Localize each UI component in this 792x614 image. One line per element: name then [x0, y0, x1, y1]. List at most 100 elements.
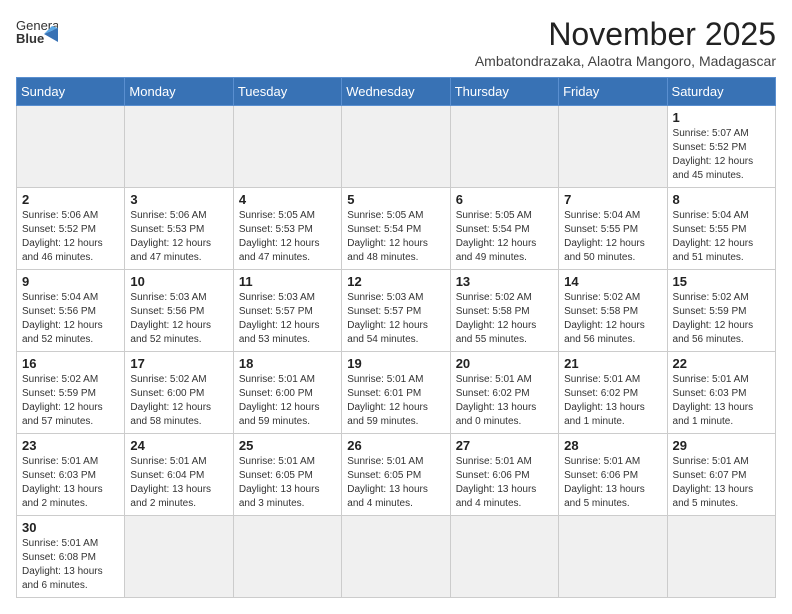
- day-info: Sunrise: 5:05 AM Sunset: 5:54 PM Dayligh…: [347, 209, 444, 265]
- table-row: [559, 516, 667, 598]
- table-row: 29 Sunrise: 5:01 AM Sunset: 6:07 PM Dayli…: [667, 434, 775, 516]
- day-info: Sunrise: 5:01 AM Sunset: 6:05 PM Dayligh…: [347, 455, 444, 511]
- table-row: [17, 106, 125, 188]
- weekday-header-row: Sunday Monday Tuesday Wednesday Thursday…: [17, 78, 776, 106]
- day-number: 6: [456, 192, 553, 207]
- day-info: Sunrise: 5:01 AM Sunset: 6:01 PM Dayligh…: [347, 373, 444, 429]
- day-number: 8: [673, 192, 770, 207]
- month-title: November 2025: [475, 16, 776, 53]
- logo-icon: General Blue: [16, 16, 58, 52]
- header-wednesday: Wednesday: [342, 78, 450, 106]
- day-info: Sunrise: 5:02 AM Sunset: 6:00 PM Dayligh…: [130, 373, 227, 429]
- table-row: [125, 516, 233, 598]
- table-row: [342, 516, 450, 598]
- svg-text:Blue: Blue: [16, 31, 44, 46]
- day-number: 13: [456, 274, 553, 289]
- table-row: 1 Sunrise: 5:07 AM Sunset: 5:52 PM Daylig…: [667, 106, 775, 188]
- table-row: 10 Sunrise: 5:03 AM Sunset: 5:56 PM Dayli…: [125, 270, 233, 352]
- day-number: 30: [22, 520, 119, 535]
- day-number: 21: [564, 356, 661, 371]
- day-info: Sunrise: 5:01 AM Sunset: 6:08 PM Dayligh…: [22, 537, 119, 593]
- day-number: 26: [347, 438, 444, 453]
- table-row: 8Sunrise: 5:04 AM Sunset: 5:55 PM Daylig…: [667, 188, 775, 270]
- day-number: 12: [347, 274, 444, 289]
- header-tuesday: Tuesday: [233, 78, 341, 106]
- table-row: [667, 516, 775, 598]
- day-number: 15: [673, 274, 770, 289]
- day-number: 5: [347, 192, 444, 207]
- table-row: 15 Sunrise: 5:02 AM Sunset: 5:59 PM Dayli…: [667, 270, 775, 352]
- day-info: Sunrise: 5:01 AM Sunset: 6:06 PM Dayligh…: [564, 455, 661, 511]
- table-row: 12 Sunrise: 5:03 AM Sunset: 5:57 PM Dayli…: [342, 270, 450, 352]
- table-row: 30 Sunrise: 5:01 AM Sunset: 6:08 PM Dayli…: [17, 516, 125, 598]
- day-number: 1: [673, 110, 770, 125]
- day-number: 2: [22, 192, 119, 207]
- location-subtitle: Ambatondrazaka, Alaotra Mangoro, Madagas…: [475, 53, 776, 69]
- table-row: 24Sunrise: 5:01 AM Sunset: 6:04 PM Dayli…: [125, 434, 233, 516]
- table-row: [233, 106, 341, 188]
- table-row: 2Sunrise: 5:06 AM Sunset: 5:52 PM Daylig…: [17, 188, 125, 270]
- day-number: 11: [239, 274, 336, 289]
- table-row: 19Sunrise: 5:01 AM Sunset: 6:01 PM Dayli…: [342, 352, 450, 434]
- day-info: Sunrise: 5:01 AM Sunset: 6:03 PM Dayligh…: [22, 455, 119, 511]
- table-row: 21 Sunrise: 5:01 AM Sunset: 6:02 PM Dayli…: [559, 352, 667, 434]
- table-row: 4Sunrise: 5:05 AM Sunset: 5:53 PM Daylig…: [233, 188, 341, 270]
- table-row: [450, 516, 558, 598]
- table-row: 28 Sunrise: 5:01 AM Sunset: 6:06 PM Dayli…: [559, 434, 667, 516]
- table-row: 7Sunrise: 5:04 AM Sunset: 5:55 PM Daylig…: [559, 188, 667, 270]
- table-row: 11 Sunrise: 5:03 AM Sunset: 5:57 PM Dayli…: [233, 270, 341, 352]
- calendar-table: Sunday Monday Tuesday Wednesday Thursday…: [16, 77, 776, 598]
- day-info: Sunrise: 5:01 AM Sunset: 6:06 PM Dayligh…: [456, 455, 553, 511]
- table-row: 3Sunrise: 5:06 AM Sunset: 5:53 PM Daylig…: [125, 188, 233, 270]
- table-row: [559, 106, 667, 188]
- calendar-row: 1 Sunrise: 5:07 AM Sunset: 5:52 PM Daylig…: [17, 106, 776, 188]
- table-row: 16 Sunrise: 5:02 AM Sunset: 5:59 PM Dayli…: [17, 352, 125, 434]
- day-info: Sunrise: 5:02 AM Sunset: 5:58 PM Dayligh…: [456, 291, 553, 347]
- day-info: Sunrise: 5:01 AM Sunset: 6:02 PM Dayligh…: [564, 373, 661, 429]
- table-row: [233, 516, 341, 598]
- table-row: 17Sunrise: 5:02 AM Sunset: 6:00 PM Dayli…: [125, 352, 233, 434]
- day-number: 9: [22, 274, 119, 289]
- day-number: 25: [239, 438, 336, 453]
- table-row: 13 Sunrise: 5:02 AM Sunset: 5:58 PM Dayli…: [450, 270, 558, 352]
- day-info: Sunrise: 5:01 AM Sunset: 6:02 PM Dayligh…: [456, 373, 553, 429]
- calendar-row: 9 Sunrise: 5:04 AM Sunset: 5:56 PM Daylig…: [17, 270, 776, 352]
- day-info: Sunrise: 5:02 AM Sunset: 5:59 PM Dayligh…: [673, 291, 770, 347]
- day-info: Sunrise: 5:05 AM Sunset: 5:54 PM Dayligh…: [456, 209, 553, 265]
- day-number: 23: [22, 438, 119, 453]
- table-row: 9 Sunrise: 5:04 AM Sunset: 5:56 PM Daylig…: [17, 270, 125, 352]
- day-number: 24: [130, 438, 227, 453]
- day-number: 14: [564, 274, 661, 289]
- day-number: 16: [22, 356, 119, 371]
- day-info: Sunrise: 5:03 AM Sunset: 5:56 PM Dayligh…: [130, 291, 227, 347]
- day-number: 22: [673, 356, 770, 371]
- title-area: November 2025 Ambatondrazaka, Alaotra Ma…: [475, 16, 776, 69]
- day-number: 10: [130, 274, 227, 289]
- day-info: Sunrise: 5:01 AM Sunset: 6:05 PM Dayligh…: [239, 455, 336, 511]
- day-info: Sunrise: 5:02 AM Sunset: 5:59 PM Dayligh…: [22, 373, 119, 429]
- header: General Blue November 2025 Ambatondrazak…: [16, 16, 776, 69]
- table-row: 26 Sunrise: 5:01 AM Sunset: 6:05 PM Dayli…: [342, 434, 450, 516]
- day-info: Sunrise: 5:01 AM Sunset: 6:07 PM Dayligh…: [673, 455, 770, 511]
- day-info: Sunrise: 5:04 AM Sunset: 5:55 PM Dayligh…: [564, 209, 661, 265]
- day-info: Sunrise: 5:03 AM Sunset: 5:57 PM Dayligh…: [347, 291, 444, 347]
- table-row: 14Sunrise: 5:02 AM Sunset: 5:58 PM Dayli…: [559, 270, 667, 352]
- header-sunday: Sunday: [17, 78, 125, 106]
- day-number: 3: [130, 192, 227, 207]
- table-row: 20 Sunrise: 5:01 AM Sunset: 6:02 PM Dayli…: [450, 352, 558, 434]
- logo: General Blue: [16, 16, 58, 52]
- day-number: 20: [456, 356, 553, 371]
- day-info: Sunrise: 5:04 AM Sunset: 5:56 PM Dayligh…: [22, 291, 119, 347]
- day-info: Sunrise: 5:07 AM Sunset: 5:52 PM Dayligh…: [673, 127, 770, 183]
- day-number: 29: [673, 438, 770, 453]
- table-row: 18Sunrise: 5:01 AM Sunset: 6:00 PM Dayli…: [233, 352, 341, 434]
- header-saturday: Saturday: [667, 78, 775, 106]
- day-info: Sunrise: 5:05 AM Sunset: 5:53 PM Dayligh…: [239, 209, 336, 265]
- day-number: 18: [239, 356, 336, 371]
- day-info: Sunrise: 5:03 AM Sunset: 5:57 PM Dayligh…: [239, 291, 336, 347]
- table-row: 27Sunrise: 5:01 AM Sunset: 6:06 PM Dayli…: [450, 434, 558, 516]
- table-row: [125, 106, 233, 188]
- table-row: 25 Sunrise: 5:01 AM Sunset: 6:05 PM Dayli…: [233, 434, 341, 516]
- day-number: 28: [564, 438, 661, 453]
- header-monday: Monday: [125, 78, 233, 106]
